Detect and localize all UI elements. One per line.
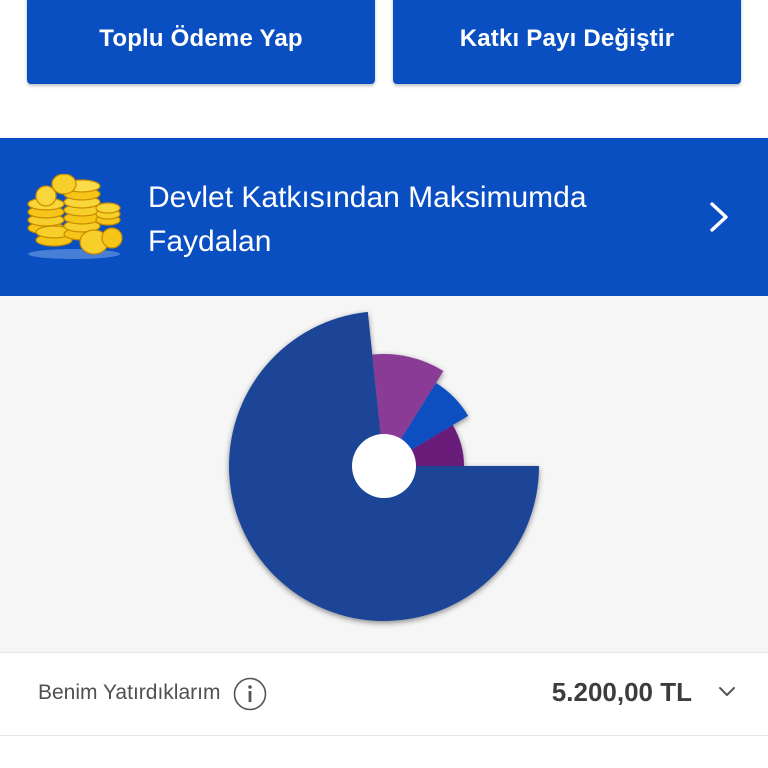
chevron-down-icon[interactable] — [718, 686, 736, 698]
change-contribution-button[interactable]: Katkı Payı Değiştir — [393, 0, 741, 84]
my-investments-label: Benim Yatırdıklarım — [38, 681, 221, 704]
info-icon[interactable] — [233, 677, 267, 711]
pie-center-hole — [352, 434, 416, 498]
top-actions: Toplu Ödeme Yap Katkı Payı Değiştir — [0, 0, 768, 138]
banner-title: Devlet Katkısından Maksimumda Faydalan — [148, 181, 587, 258]
state-contribution-banner[interactable]: Devlet Katkısından Maksimumda Faydalan — [0, 138, 768, 296]
change-contribution-label: Katkı Payı Değiştir — [459, 25, 675, 52]
portfolio-chart-area — [0, 296, 768, 652]
my-investments-value: 5.200,00 TL — [551, 677, 692, 707]
bulk-payment-label: Toplu Ödeme Yap — [99, 25, 303, 52]
chevron-right-icon — [710, 202, 728, 232]
gold-coins-icon — [27, 174, 123, 259]
my-investments-row[interactable]: Benim Yatırdıklarım 5.200,00 TL — [0, 652, 768, 736]
bulk-payment-button[interactable]: Toplu Ödeme Yap — [27, 0, 375, 84]
portfolio-distribution-chart — [229, 311, 539, 621]
